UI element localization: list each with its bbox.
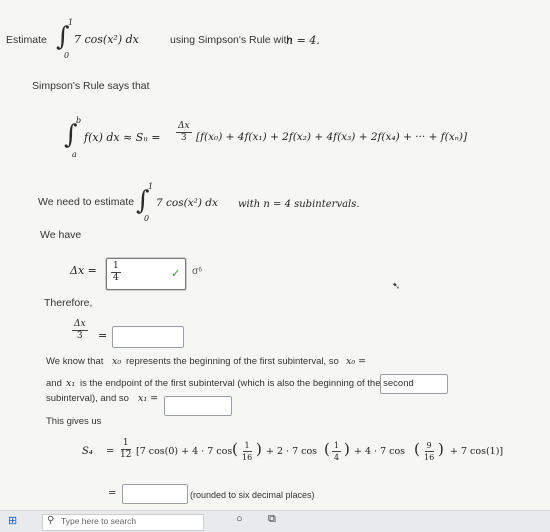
mouse-cursor-icon: ➷ [392,281,401,292]
question-suffix: using Simpson's Rule with [170,34,293,46]
task-view-icon[interactable]: ⧉ [268,513,276,526]
dx-answer-den: 4 [113,273,119,283]
dx-answer-field[interactable]: 1 4 ✓ [106,258,186,290]
rounded-note: (rounded to six decimal places) [190,490,315,500]
s4-coefficient: 1 12 [118,438,133,461]
rule-integral-sign: ∫ [64,120,78,150]
need-lower-limit: 0 [144,214,150,223]
frac-c: 9 16 [422,440,436,463]
rule-upper-limit: b [76,116,82,125]
dx-answer-num: 1 [111,261,121,273]
term-1: [7 cos(0) + 4 · 7 cos [136,446,233,457]
upper-limit: 1 [68,18,74,27]
rule-lower-limit: a [72,150,77,159]
need-with: with n = 4 subintervals. [238,199,360,210]
s4-label: S₄ [82,446,93,457]
frac-b: 1 4 [332,440,342,463]
therefore-num: Δx [72,319,88,331]
know-x0-eq: x₀ = [346,356,367,367]
b-num: 1 [332,441,342,452]
know-line3: subinterval), and so [46,393,129,404]
question-integrand: 7 cos(x²) dx [74,33,139,46]
rule-dx-fraction: Δx 3 [176,121,192,144]
question-page: Estimate ∫ 1 0 7 cos(x²) dx using Simpso… [0,0,550,510]
taskbar: ⊞ ⚲ Type here to search ○ ⧉ [0,510,550,532]
know-line1b: represents the beginning of the first su… [126,356,339,367]
rule-dx-num: Δx [176,121,192,133]
need-integral-sign: ∫ [136,186,150,216]
taskbar-search-box[interactable]: ⚲ Type here to search [42,514,204,531]
know-x1: x₁ [66,378,76,389]
term-2: + 2 · 7 cos [266,446,318,457]
need-upper-limit: 1 [148,182,154,191]
s4-answer-field[interactable] [122,484,188,504]
have-label: We have [40,229,82,241]
know-line2b: is the endpoint of the first subinterval… [80,378,414,389]
b-den: 4 [334,453,340,462]
gives-label: This gives us [46,416,102,427]
question-n: n = 4. [286,34,320,47]
dx-over-3-field[interactable] [112,326,184,348]
paren-open-a: ( [232,440,238,458]
lower-limit: 0 [64,51,70,60]
c-den: 16 [424,453,435,462]
search-icon: ⚲ [47,515,55,526]
therefore-den: 3 [76,331,83,341]
integral-sign: ∫ [56,22,70,52]
frac-a: 1 16 [240,440,254,463]
estimate-label: Estimate [6,34,47,46]
rule-rhs: [f(x₀) + 4f(x₁) + 2f(x₂) + 4f(x₃) + 2f(x… [196,131,468,143]
a-den: 16 [242,453,253,462]
sigma-icon[interactable]: σ⁶ [192,266,202,277]
a-num: 1 [242,441,252,452]
know-x0: x₀ [112,356,122,367]
paren-open-b: ( [324,440,330,458]
cortana-icon[interactable]: ○ [236,513,243,525]
need-integrand: 7 cos(x²) dx [156,197,218,209]
rule-lhs: f(x) dx ≈ Sₙ = [84,131,161,144]
correct-check-icon: ✓ [171,268,181,280]
s4-equals: = [106,446,115,457]
paren-close-a: ) [256,440,262,458]
approx-equals: = [108,488,117,499]
dx-answer-value: 1 4 [111,261,121,284]
x1-answer-field[interactable] [164,396,232,416]
know-line2a: and [46,378,62,389]
windows-start-icon[interactable]: ⊞ [8,514,17,527]
need-label: We need to estimate [38,196,135,208]
term-4: + 7 cos(1)] [450,446,504,457]
paren-open-c: ( [414,440,420,458]
paren-close-c: ) [438,440,444,458]
rule-dx-den: 3 [180,133,187,143]
therefore-equals: = [98,329,108,342]
therefore-fraction: Δx 3 [72,319,88,342]
search-placeholder: Type here to search [61,516,137,526]
coef-den: 12 [120,450,132,460]
know-line1a: We know that [46,356,104,367]
paren-close-b: ) [344,440,350,458]
term-3: + 4 · 7 cos [354,446,406,457]
rule-intro: Simpson's Rule says that [32,80,150,92]
dx-lhs: Δx = [70,264,97,277]
coef-num: 1 [120,438,131,450]
therefore-label: Therefore, [44,297,93,309]
know-x1-eq: x₁ = [138,393,159,404]
c-num: 9 [424,441,434,452]
